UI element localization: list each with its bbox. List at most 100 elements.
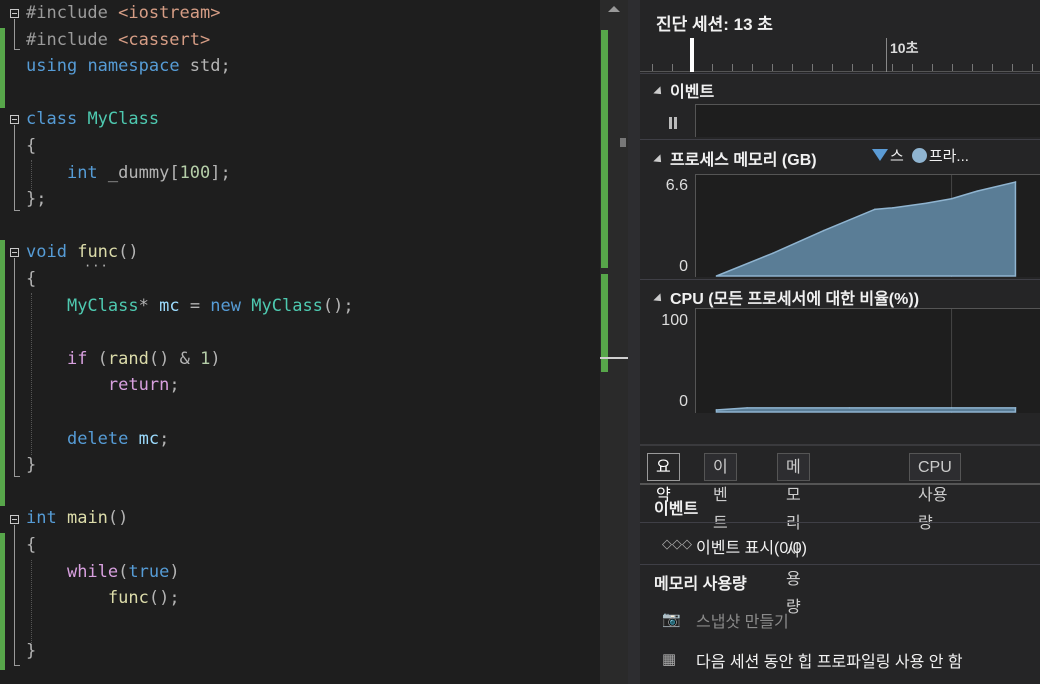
code-token: ; xyxy=(169,375,180,396)
code-line[interactable]: class MyClass xyxy=(26,106,159,132)
snapshot-legend-icon xyxy=(872,149,888,161)
code-token: ) xyxy=(169,561,180,582)
code-token: while xyxy=(66,561,119,582)
code-line[interactable]: { xyxy=(26,532,36,558)
code-token: delete xyxy=(66,428,129,449)
code-line[interactable]: delete mc; xyxy=(26,426,169,452)
data-point xyxy=(746,407,748,409)
show-events-link[interactable]: 이벤트 표시(0/0) xyxy=(696,534,807,558)
collapse-triangle-icon xyxy=(653,293,665,305)
code-token: std; xyxy=(179,56,231,77)
code-line[interactable]: void func() xyxy=(26,239,139,265)
code-token: using xyxy=(26,56,78,77)
fold-line xyxy=(14,258,15,476)
heap-profiling-toggle[interactable]: 다음 세션 동안 힙 프로파일링 사용 안 함 xyxy=(696,648,963,672)
code-token: int xyxy=(66,162,98,183)
code-line[interactable]: int main() xyxy=(26,505,128,531)
code-line[interactable]: return; xyxy=(26,372,180,398)
collapse-triangle-icon xyxy=(653,154,665,166)
code-line[interactable]: } xyxy=(26,638,36,664)
code-line[interactable]: func(); xyxy=(26,585,180,611)
divider xyxy=(640,139,1040,140)
code-line[interactable]: }; xyxy=(26,186,46,212)
collapse-icon[interactable] xyxy=(10,9,19,18)
memory-section-label: 프로세스 메모리 (GB) xyxy=(670,152,817,169)
tab-cpu-usage[interactable]: CPU 사용량 xyxy=(909,453,961,532)
editor-scrollbar[interactable] xyxy=(600,0,628,684)
ruler-tick xyxy=(852,64,853,71)
collapse-icon[interactable] xyxy=(10,248,19,257)
ruler-tick xyxy=(672,64,673,71)
divider xyxy=(640,522,1040,523)
ruler-tick xyxy=(1012,64,1013,71)
ruler-tick xyxy=(972,64,973,71)
code-token: ) xyxy=(210,348,221,369)
code-line[interactable]: #include <cassert> xyxy=(26,27,210,53)
divider xyxy=(640,279,1040,280)
code-token: #include xyxy=(26,3,119,23)
chip-icon: ▦ xyxy=(662,651,677,668)
events-section-label: 이벤트 xyxy=(670,84,715,101)
fold-line xyxy=(14,476,20,477)
code-token: { xyxy=(26,535,37,555)
collapse-icon[interactable] xyxy=(10,515,19,524)
code-token: <iostream> xyxy=(118,3,221,23)
scroll-thumb[interactable] xyxy=(620,138,626,147)
change-marker xyxy=(0,240,5,506)
collapse-icon[interactable] xyxy=(10,115,19,124)
code-line[interactable]: MyClass* mc = new MyClass(); xyxy=(26,293,354,319)
scroll-up-icon[interactable] xyxy=(608,6,620,12)
code-token: } xyxy=(26,641,37,662)
tab-memory-usage[interactable]: 메모리 사용량 xyxy=(777,453,810,616)
code-line[interactable]: { xyxy=(26,133,36,159)
code-editor[interactable]: #include <iostream> #include <cassert> usi… xyxy=(0,0,600,684)
code-line[interactable]: } xyxy=(26,452,36,478)
take-snapshot-button[interactable]: 스냅샷 만들기 xyxy=(696,608,789,632)
code-token: mc xyxy=(159,295,180,316)
code-token: { xyxy=(26,269,37,289)
code-line[interactable]: { xyxy=(26,266,36,292)
cpu-section-header[interactable]: CPU (모든 프로세서에 대한 비율(%)) xyxy=(653,285,919,309)
fold-line xyxy=(14,525,15,665)
panel-splitter[interactable] xyxy=(628,0,640,684)
data-point xyxy=(950,407,953,409)
code-token: () xyxy=(118,242,139,263)
ruler-tick xyxy=(792,64,793,71)
code-line[interactable]: if (rand() & 1) xyxy=(26,346,221,372)
cpu-y-max: 100 xyxy=(661,312,688,329)
tab-events[interactable]: 이벤트 xyxy=(704,453,737,532)
data-point xyxy=(715,409,718,411)
tab-summary[interactable]: 요약 xyxy=(647,453,680,504)
code-token: void xyxy=(26,242,67,263)
ruler-tick xyxy=(652,64,653,71)
code-line[interactable]: int _dummy[100]; xyxy=(26,160,231,186)
timeline-ruler[interactable]: 10초 xyxy=(640,38,1040,72)
data-point xyxy=(874,208,876,211)
ruler-tick xyxy=(732,64,733,71)
code-token: ]; xyxy=(210,162,231,183)
timeline-cursor[interactable] xyxy=(690,38,694,72)
divider xyxy=(640,444,1040,446)
events-section-header[interactable]: 이벤트 xyxy=(653,78,715,102)
fold-line xyxy=(14,210,20,211)
code-line[interactable]: while(true) xyxy=(26,559,180,585)
code-line[interactable]: #include <iostream> xyxy=(26,0,220,26)
code-token: true xyxy=(128,561,170,582)
fold-line xyxy=(14,665,20,666)
code-line[interactable]: using namespace std; xyxy=(26,53,231,79)
pause-icon[interactable] xyxy=(669,116,679,134)
ruler-baseline xyxy=(640,71,1040,72)
private-bytes-legend-icon xyxy=(911,148,927,163)
code-token: namespace xyxy=(87,56,180,77)
ruler-tick xyxy=(992,64,993,71)
code-token: () & xyxy=(148,348,201,369)
data-point xyxy=(771,252,774,255)
ruler-tick xyxy=(1032,64,1033,71)
cpu-y-min: 0 xyxy=(679,393,688,410)
divider xyxy=(640,564,1040,565)
memory-section-header[interactable]: 프로세스 메모리 (GB) xyxy=(653,146,817,170)
ruler-tick xyxy=(832,64,833,71)
